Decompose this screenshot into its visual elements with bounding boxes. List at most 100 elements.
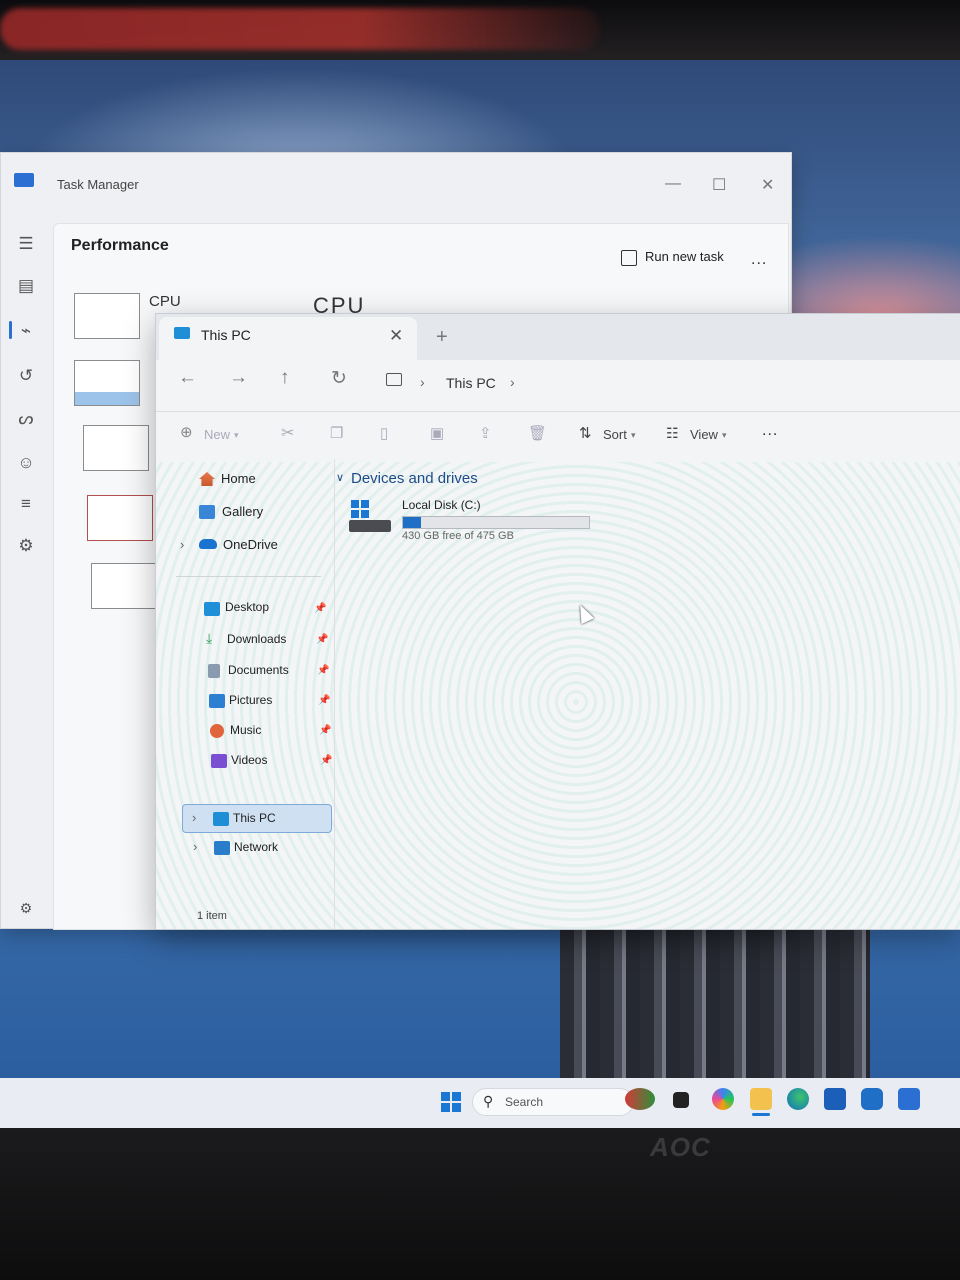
sidebar-separator — [176, 576, 321, 577]
edge-icon[interactable] — [787, 1088, 809, 1110]
this-pc-icon — [174, 327, 190, 339]
sort-icon: ⇅ — [579, 425, 592, 442]
chevron-down-icon: ▾ — [234, 430, 239, 440]
copilot-icon[interactable] — [712, 1088, 734, 1110]
delete-icon[interactable]: 🗑 — [528, 424, 547, 442]
monitor-bezel-bottom — [0, 1128, 960, 1280]
chevron-down-icon: ▾ — [722, 430, 727, 440]
performance-icon[interactable]: ⌁ — [13, 318, 39, 344]
pin-icon[interactable]: 📌 — [314, 603, 326, 614]
nav-active-indicator — [9, 321, 12, 339]
close-tab-icon[interactable]: ✕ — [389, 326, 403, 346]
store-icon[interactable] — [824, 1088, 846, 1110]
close-icon[interactable]: ✕ — [761, 175, 774, 195]
memory-thumbnail-graph[interactable] — [74, 360, 140, 406]
settings-icon[interactable]: ⚙ — [13, 895, 39, 921]
watermelon-widget-icon[interactable] — [625, 1088, 655, 1110]
pin-icon[interactable]: 📌 — [318, 695, 330, 706]
forward-arrow-icon[interactable]: → — [229, 367, 248, 389]
view-icon: ☷ — [666, 425, 679, 441]
network-icon — [214, 841, 230, 855]
page-title: Performance — [71, 237, 169, 254]
more-options-button[interactable]: ... — [751, 251, 767, 269]
up-arrow-icon[interactable]: ↑ — [280, 367, 290, 389]
plus-circle-icon: ⊕ — [180, 424, 193, 441]
expand-chevron-icon[interactable]: › — [193, 839, 197, 854]
pin-icon[interactable]: 📌 — [317, 665, 329, 676]
app-history-icon[interactable]: ↺ — [13, 363, 39, 389]
refresh-icon[interactable]: ↻ — [331, 367, 347, 390]
pictures-icon — [209, 694, 225, 708]
sidebar-this-pc-label: This PC — [233, 811, 276, 825]
file-explorer-taskbar-icon[interactable] — [750, 1088, 772, 1110]
sidebar-item-documents[interactable]: Documents — [228, 663, 289, 677]
pin-icon[interactable]: 📌 — [319, 725, 331, 736]
expand-chevron-icon[interactable]: › — [192, 810, 196, 825]
drive-name[interactable]: Local Disk (C:) — [402, 498, 481, 512]
sidebar-divider — [334, 459, 335, 929]
start-button[interactable] — [441, 1092, 461, 1112]
download-icon: ⤓ — [206, 630, 213, 646]
minimize-icon[interactable]: — — [665, 175, 681, 193]
sidebar-item-downloads[interactable]: Downloads — [227, 632, 286, 646]
run-new-task-button[interactable]: Run new task — [645, 249, 724, 264]
drive-icon — [349, 500, 393, 534]
drive-usage-fill — [403, 517, 421, 528]
copy-icon[interactable]: ❐ — [330, 424, 343, 442]
sidebar-item-network[interactable]: Network — [234, 840, 278, 854]
services-icon[interactable]: ⚙ — [13, 533, 39, 559]
maximize-icon[interactable]: ☐ — [712, 175, 726, 195]
monitor-brand-logo: AOC — [650, 1132, 711, 1162]
group-header[interactable]: Devices and drives — [351, 470, 478, 487]
file-explorer-window: This PC ✕ + ← → ↑ ↻ › This PC › ⊕ New ▾ … — [155, 313, 960, 930]
pin-icon[interactable]: 📌 — [320, 755, 332, 766]
paste-icon[interactable]: ▯ — [380, 424, 388, 442]
sidebar-item-home[interactable]: Home — [221, 471, 256, 486]
expand-chevron-icon[interactable]: › — [180, 537, 184, 552]
disk-thumbnail-graph[interactable] — [83, 425, 149, 471]
sort-button[interactable]: Sort — [603, 427, 627, 442]
tab-title: This PC — [201, 327, 251, 343]
users-icon[interactable]: ☺ — [13, 450, 39, 476]
new-button[interactable]: New — [204, 427, 230, 442]
command-bar — [156, 411, 960, 463]
chevron-right-icon[interactable]: › — [510, 374, 515, 390]
drive-usage-bar — [402, 516, 590, 529]
windows-logo-icon — [351, 500, 369, 518]
breadcrumb[interactable]: This PC — [446, 375, 496, 391]
bezel-glare — [0, 8, 600, 50]
sidebar-item-videos[interactable]: Videos — [231, 753, 267, 767]
sidebar-item-onedrive[interactable]: OneDrive — [223, 537, 278, 552]
details-icon[interactable]: ≡ — [13, 491, 39, 517]
cpu-thumbnail-graph[interactable] — [74, 293, 140, 339]
gpu-thumbnail-graph[interactable] — [91, 563, 157, 609]
startup-apps-icon[interactable]: ᔕ — [13, 406, 39, 432]
collapse-chevron-icon[interactable]: ∨ — [336, 471, 344, 484]
videos-icon — [211, 754, 227, 768]
run-task-icon — [621, 250, 637, 266]
taskbar-search-box[interactable] — [472, 1088, 634, 1116]
chevron-right-icon[interactable]: › — [420, 374, 425, 390]
sidebar-item-pictures[interactable]: Pictures — [229, 693, 272, 707]
documents-icon — [208, 664, 220, 678]
rename-icon[interactable]: ▣ — [430, 424, 444, 442]
view-button[interactable]: View — [690, 427, 718, 442]
more-options-button[interactable]: ... — [762, 422, 778, 440]
tab-this-pc[interactable] — [159, 317, 417, 360]
search-icon: ⚲ — [483, 1093, 494, 1109]
outlook-icon[interactable] — [861, 1088, 883, 1110]
new-tab-icon[interactable]: + — [436, 326, 448, 349]
drive-free-space: 430 GB free of 475 GB — [402, 530, 514, 542]
back-arrow-icon[interactable]: ← — [178, 367, 197, 389]
sidebar-item-desktop[interactable]: Desktop — [225, 600, 269, 614]
task-manager-taskbar-icon[interactable] — [898, 1088, 920, 1110]
cut-icon[interactable]: ✂ — [281, 423, 294, 443]
processes-icon[interactable]: ▤ — [13, 273, 39, 299]
pin-icon[interactable]: 📌 — [316, 634, 328, 645]
sidebar-item-music[interactable]: Music — [230, 723, 261, 737]
sidebar-item-gallery[interactable]: Gallery — [222, 504, 263, 519]
network-thumbnail-graph[interactable] — [87, 495, 153, 541]
share-icon[interactable]: ⇪ — [479, 424, 492, 442]
task-view-icon[interactable] — [673, 1092, 689, 1108]
hamburger-icon[interactable]: ☰ — [13, 231, 39, 257]
